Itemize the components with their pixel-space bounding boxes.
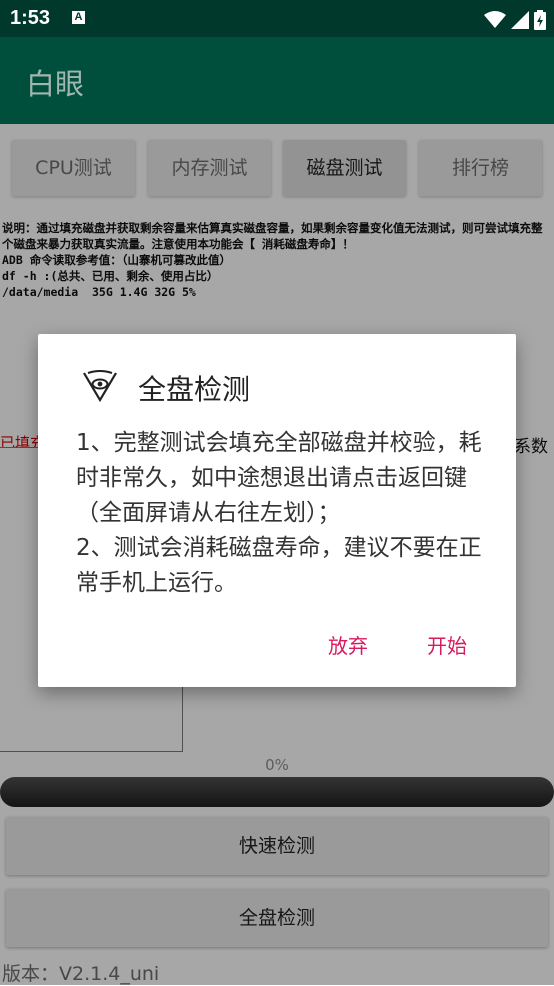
full-disk-dialog: 全盘检测 1、完整测试会填充全部磁盘并校验，耗时非常久，如中途想退出请点击返回键…: [38, 334, 516, 687]
status-bar: 1:53 A: [0, 0, 554, 37]
dialog-title: 全盘检测: [138, 373, 251, 406]
wifi-icon: [483, 10, 506, 28]
battery-icon: [534, 9, 546, 30]
cancel-button[interactable]: 放弃: [328, 630, 368, 659]
dialog-message-line: 2、测试会消耗磁盘寿命，建议不要在正常手机上运行。: [76, 535, 482, 596]
signal-icon: [510, 10, 529, 29]
status-icons: [483, 9, 546, 30]
app-logo-icon: [83, 370, 117, 402]
dialog-message: 1、完整测试会填充全部磁盘并校验，耗时非常久，如中途想退出请点击返回键（全面屏请…: [76, 426, 486, 601]
status-time: 1:53: [10, 7, 51, 29]
dialog-message-line: 1、完整测试会填充全部磁盘并校验，耗时非常久，如中途想退出请点击返回键（全面屏请…: [76, 430, 482, 526]
app-bar: 白眼: [0, 37, 554, 124]
start-button[interactable]: 开始: [427, 630, 467, 659]
notification-icon: A: [72, 11, 85, 24]
app-title: 白眼: [26, 67, 85, 101]
